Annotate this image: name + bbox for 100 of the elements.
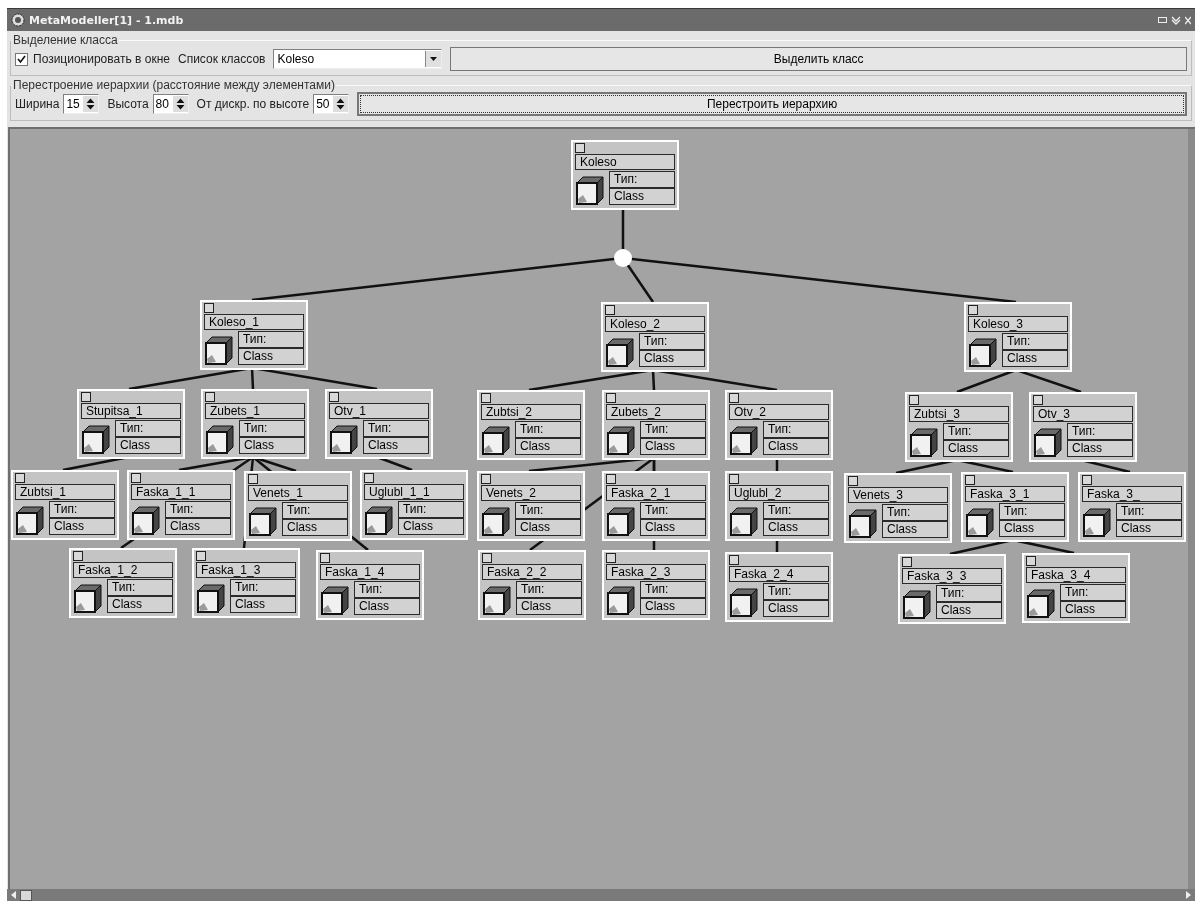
- position-checkbox[interactable]: [15, 52, 28, 66]
- minimize-icon[interactable]: [1158, 17, 1167, 23]
- type-value: Class: [363, 437, 429, 454]
- class-node[interactable]: Faska_1_3 Тип: Class: [192, 548, 300, 618]
- class-node[interactable]: Zubets_1 Тип: Class: [201, 389, 309, 459]
- type-label: Тип:: [398, 501, 464, 518]
- node-checkbox[interactable]: [320, 553, 330, 563]
- node-checkbox[interactable]: [575, 143, 585, 153]
- node-checkbox[interactable]: [729, 474, 739, 484]
- class-node[interactable]: Venets_2 Тип: Class: [477, 471, 585, 541]
- class-node[interactable]: Faska_3_4 Тип: Class: [1022, 553, 1130, 623]
- cube-icon: [131, 505, 163, 535]
- type-label: Тип:: [515, 502, 581, 519]
- class-node[interactable]: Faska_2_2 Тип: Class: [478, 550, 586, 620]
- node-checkbox[interactable]: [482, 553, 492, 563]
- rebuild-hierarchy-button[interactable]: Перестроить иерархию: [357, 92, 1187, 116]
- class-name: Venets_2: [481, 485, 581, 501]
- scroll-right-icon[interactable]: [1186, 891, 1191, 899]
- class-node[interactable]: Faska_1_4 Тип: Class: [316, 550, 424, 620]
- class-node[interactable]: Otv_1 Тип: Class: [325, 389, 433, 459]
- class-name: Faska_3_4: [1026, 567, 1126, 583]
- node-checkbox[interactable]: [605, 305, 615, 315]
- class-node[interactable]: Otv_2 Тип: Class: [725, 390, 833, 460]
- class-node[interactable]: Faska_2_1 Тип: Class: [602, 471, 710, 541]
- scroll-left-icon[interactable]: [11, 891, 16, 899]
- spin-label: Ширина: [15, 97, 60, 111]
- class-name: Koleso_2: [605, 316, 705, 332]
- class-node[interactable]: Koleso Тип: Class: [571, 140, 679, 210]
- class-node[interactable]: Faska_1_2 Тип: Class: [69, 548, 177, 618]
- node-checkbox[interactable]: [481, 474, 491, 484]
- node-checkbox[interactable]: [606, 393, 616, 403]
- class-node[interactable]: Faska_1_1 Тип: Class: [127, 470, 235, 540]
- class-name: Faska_2_1: [606, 485, 706, 501]
- spin-field[interactable]: 15: [63, 94, 100, 114]
- vertical-scrollbar[interactable]: [1188, 129, 1195, 889]
- class-node[interactable]: Venets_1 Тип: Class: [244, 471, 352, 541]
- node-checkbox[interactable]: [729, 393, 739, 403]
- cube-icon: [205, 424, 237, 454]
- class-node[interactable]: Faska_3_1 Тип: Class: [961, 472, 1069, 542]
- class-node[interactable]: Faska_3_3 Тип: Class: [898, 554, 1006, 624]
- class-node[interactable]: Faska_2_4 Тип: Class: [725, 552, 833, 622]
- class-node[interactable]: Zubtsi_1 Тип: Class: [11, 470, 119, 540]
- type-value: Class: [763, 519, 829, 536]
- node-checkbox[interactable]: [248, 474, 258, 484]
- class-list-dropdown[interactable]: Koleso: [273, 49, 443, 69]
- node-checkbox[interactable]: [329, 392, 339, 402]
- type-value: Class: [640, 438, 706, 455]
- cube-icon: [248, 506, 280, 536]
- class-name: Zubtsi_2: [481, 404, 581, 420]
- node-checkbox[interactable]: [204, 303, 214, 313]
- node-checkbox[interactable]: [1026, 556, 1036, 566]
- class-node[interactable]: Uglubl_2 Тип: Class: [725, 471, 833, 541]
- spin-field[interactable]: 50: [313, 94, 350, 114]
- type-value: Class: [230, 596, 296, 613]
- class-node[interactable]: Stupitsa_1 Тип: Class: [77, 389, 185, 459]
- spin-field[interactable]: 80: [152, 94, 189, 114]
- node-checkbox[interactable]: [848, 476, 858, 486]
- class-node[interactable]: Koleso_1 Тип: Class: [200, 300, 308, 370]
- type-value: Class: [609, 188, 675, 205]
- class-node[interactable]: Zubets_2 Тип: Class: [602, 390, 710, 460]
- node-checkbox[interactable]: [606, 474, 616, 484]
- restore-icon[interactable]: [1171, 15, 1181, 25]
- node-checkbox[interactable]: [15, 473, 25, 483]
- class-node[interactable]: Venets_3 Тип: Class: [844, 473, 952, 543]
- node-checkbox[interactable]: [364, 473, 374, 483]
- node-checkbox[interactable]: [902, 557, 912, 567]
- class-node[interactable]: Faska_2_3 Тип: Class: [602, 550, 710, 620]
- node-checkbox[interactable]: [606, 553, 616, 563]
- class-node[interactable]: Faska_3_ Тип: Class: [1078, 472, 1186, 542]
- node-checkbox[interactable]: [196, 551, 206, 561]
- type-value: Class: [398, 518, 464, 535]
- class-node[interactable]: Uglubl_1_1 Тип: Class: [360, 470, 468, 540]
- node-checkbox[interactable]: [729, 555, 739, 565]
- class-node[interactable]: Koleso_3 Тип: Class: [964, 302, 1072, 372]
- node-checkbox[interactable]: [73, 551, 83, 561]
- type-label: Тип:: [882, 504, 948, 521]
- select-class-button[interactable]: Выделить класс: [450, 47, 1187, 71]
- node-checkbox[interactable]: [965, 475, 975, 485]
- class-node[interactable]: Koleso_2 Тип: Class: [601, 302, 709, 372]
- class-node[interactable]: Otv_3 Тип: Class: [1029, 392, 1137, 462]
- node-checkbox[interactable]: [131, 473, 141, 483]
- cube-icon: [848, 508, 880, 538]
- cube-icon: [965, 507, 997, 537]
- node-checkbox[interactable]: [1033, 395, 1043, 405]
- horizontal-scrollbar[interactable]: [7, 889, 1195, 901]
- scroll-thumb[interactable]: [20, 889, 32, 901]
- node-checkbox[interactable]: [909, 395, 919, 405]
- node-checkbox[interactable]: [81, 392, 91, 402]
- close-icon[interactable]: [1185, 15, 1191, 25]
- cube-icon: [15, 505, 47, 535]
- class-name: Koleso: [575, 154, 675, 170]
- junction-node: [614, 249, 632, 267]
- cube-icon: [73, 583, 105, 613]
- class-node[interactable]: Zubtsi_2 Тип: Class: [477, 390, 585, 460]
- node-checkbox[interactable]: [1082, 475, 1092, 485]
- class-node[interactable]: Zubtsi_3 Тип: Class: [905, 392, 1013, 462]
- node-checkbox[interactable]: [968, 305, 978, 315]
- node-checkbox[interactable]: [481, 393, 491, 403]
- node-checkbox[interactable]: [205, 392, 215, 402]
- cube-icon: [364, 505, 396, 535]
